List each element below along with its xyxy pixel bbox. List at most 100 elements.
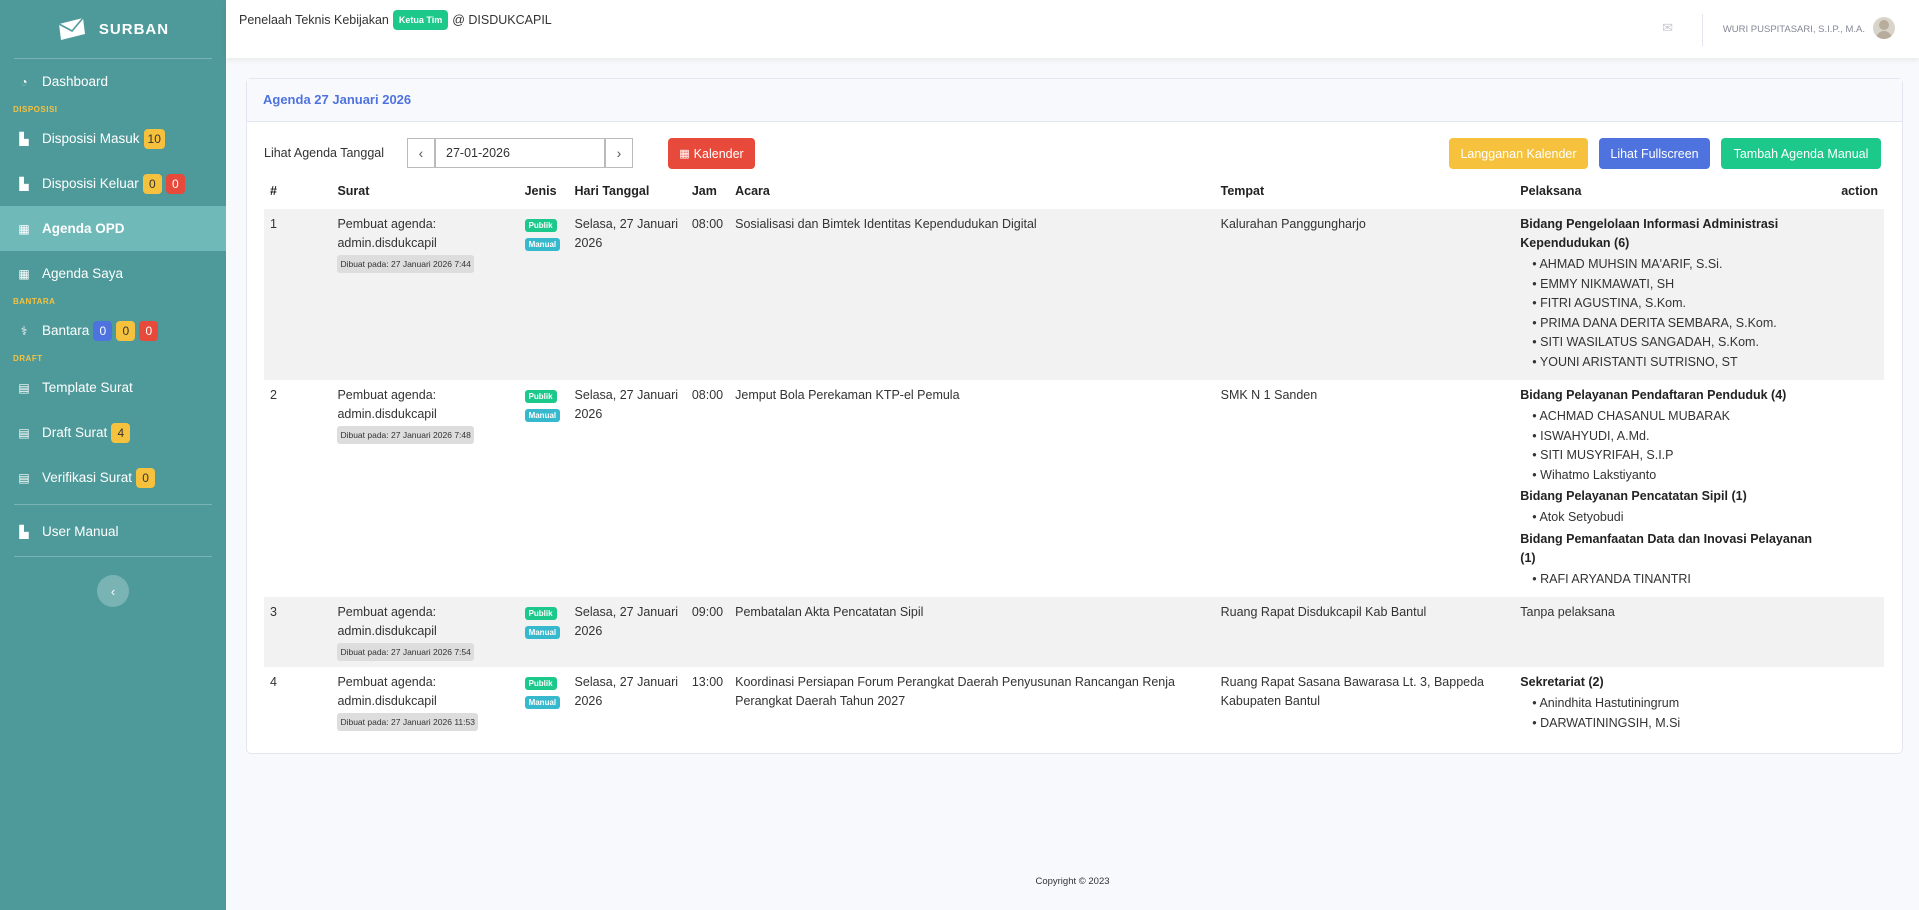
jam-cell: 08:00 (685, 209, 730, 380)
jam-cell: 09:00 (685, 597, 730, 667)
jenis-tag-manual: Manual (524, 626, 561, 639)
sidebar-item-label: Bantara (42, 323, 90, 338)
pelaksana-person: FITRI AGUSTINA, S.Kom. (1532, 294, 1829, 314)
dashboard-icon: ◔ (20, 74, 28, 89)
envelope-logo-icon (58, 17, 85, 40)
kalender-label: Kalender (693, 146, 744, 161)
card-title: Agenda 27 Januari 2026 (247, 79, 1902, 122)
row-number: 4 (270, 675, 277, 689)
sidebar-item-label: Template Surat (42, 380, 133, 395)
jenis-cell: Publik Manual (518, 209, 569, 380)
pelaksana-person: Anindhita Hastutiningrum (1532, 694, 1829, 714)
date-input[interactable] (435, 138, 605, 168)
pelaksana-group: Bidang Pemanfaatan Data dan Inovasi Pela… (1520, 531, 1813, 565)
surat-creator: Pembuat agenda: admin.disdukcapil (337, 605, 437, 638)
langganan-kalender-button[interactable]: Langganan Kalender (1449, 138, 1588, 169)
surat-cell: Pembuat agenda: admin.disdukcapil Dibuat … (331, 597, 519, 667)
row-number: 3 (264, 597, 332, 667)
pelaksana-cell: Bidang Pelayanan Pendaftaran Penduduk (4… (1514, 380, 1835, 597)
sidebar-heading: DRAFT (13, 354, 43, 363)
surat-creator: Pembuat agenda: admin.disdukcapil (337, 675, 437, 708)
pelaksana-person: RAFI ARYANDA TINANTRI (1532, 570, 1829, 590)
agenda-controls: Lihat Agenda Tanggal ‹ › ▦ Kalender Lang… (264, 138, 1885, 169)
sidebar-item-label: Verifikasi Surat (42, 470, 133, 485)
avatar[interactable] (1873, 17, 1895, 39)
surat-cell: Pembuat agenda: admin.disdukcapil Dibuat … (331, 209, 519, 380)
sidebar-item-label: Draft Surat (42, 425, 108, 440)
user-name[interactable]: WURI PUSPITASARI, S.I.P., M.A. (1723, 24, 1865, 35)
acara-cell: Sosialisasi dan Bimtek Identitas Kependu… (729, 209, 1215, 380)
chevron-left-icon: ‹ (110, 583, 116, 599)
sidebar-item-agenda-opd[interactable]: ▦ Agenda OPD (0, 206, 226, 251)
sidebar-item-dashboard[interactable]: ◔ Dashboard (0, 59, 226, 104)
jam-cell: 13:00 (691, 675, 724, 689)
tanggal-cell: Selasa, 27 Januari 2026 (574, 675, 679, 708)
sidebar-item-verifikasi-surat[interactable]: ▤ Verifikasi Surat 0 (0, 455, 226, 500)
calendar-icon: ▦ (18, 221, 30, 236)
role-title: Penelaah Teknis Kebijakan (239, 13, 389, 27)
pelaksana-list: AHMAD MUHSIN MA'ARIF, S.Si.EMMY NIKMAWAT… (1520, 255, 1829, 372)
pelaksana-group: Bidang Pengelolaan Informasi Administras… (1520, 217, 1779, 250)
sidebar-item-bantara[interactable]: ⚕ Bantara 0 0 0 (0, 308, 226, 353)
jenis-tag-publik: Publik (524, 677, 557, 690)
no-pelaksana: Tanpa pelaksana (1520, 605, 1615, 619)
sidebar-item-label: Agenda OPD (42, 221, 125, 236)
sidebar-item-agenda-saya[interactable]: ▦ Agenda Saya (0, 251, 226, 296)
user-role: Penelaah Teknis Kebijakan Ketua Tim @ DI… (239, 10, 552, 30)
header-tempat: Tempat (1220, 184, 1265, 198)
envelope-icon[interactable]: ✉ (1662, 20, 1673, 36)
count-badge: 10 (143, 128, 165, 149)
calendar-icon: ▦ (679, 148, 690, 160)
sidebar-heading: DISPOSISI (13, 105, 58, 114)
sidebar-item-disposisi-keluar[interactable]: ▙ Disposisi Keluar 0 0 (0, 161, 226, 206)
sidebar-item-draft-surat[interactable]: ▤ Draft Surat 4 (0, 410, 226, 455)
jenis-tag-manual: Manual (524, 409, 561, 422)
tambah-agenda-button[interactable]: Tambah Agenda Manual (1721, 138, 1881, 169)
sidebar-item-template-surat[interactable]: ▤ Template Surat (0, 365, 226, 410)
count-badge: 0 (139, 320, 159, 341)
pelaksana-group: Sekretariat (2) (1520, 675, 1604, 689)
header-jam: Jam (691, 184, 717, 198)
header-no: # (270, 184, 277, 198)
prev-date-button[interactable]: ‹ (407, 138, 435, 168)
kalender-button[interactable]: ▦ Kalender (668, 138, 755, 169)
topbar: Penelaah Teknis Kebijakan Ketua Tim @ DI… (226, 0, 1919, 58)
table-row: 4 Pembuat agenda: admin.disdukcapil Dibuat… (264, 667, 1884, 741)
pelaksana-list: ACHMAD CHASANUL MUBARAKISWAHYUDI, A.Md.S… (1520, 407, 1829, 485)
sidebar-toggle-button[interactable]: ‹ (97, 575, 129, 607)
surat-cell: Pembuat agenda: admin.disdukcapil Dibuat … (331, 667, 518, 741)
sidebar-menu: ◔ Dashboard DISPOSISI ▙ Disposisi Masuk 10 ▙ Di… (0, 59, 226, 554)
acara-cell: Pembatalan Akta Pencatatan Sipil (729, 597, 1215, 667)
action-cell (1835, 380, 1884, 597)
tanggal-cell: Selasa, 27 Januari 2026 (568, 209, 686, 380)
chart-icon: ▙ (19, 176, 29, 191)
sidebar-heading: BANTARA (13, 297, 56, 306)
jenis-tag-publik: Publik (524, 390, 557, 403)
pelaksana-person: PRIMA DANA DERITA SEMBARA, S.Kom. (1532, 314, 1829, 334)
count-badge: 4 (111, 422, 131, 443)
chevron-right-icon: › (616, 145, 622, 161)
pelaksana-person: SITI MUSYRIFAH, S.I.P (1532, 446, 1829, 466)
tempat-cell: Ruang Rapat Sasana Bawarasa Lt. 3, Bappe… (1220, 675, 1485, 708)
header-surat: Surat (337, 184, 370, 198)
role-badge: Ketua Tim (392, 10, 449, 30)
agenda-table: # Surat Jenis Hari Tanggal Jam Acara Tem… (264, 184, 1884, 741)
created-at-badge: Dibuat pada: 27 Januari 2026 7:48 (337, 426, 474, 444)
sidebar: SURBAN ◔ Dashboard DISPOSISI ▙ Disposisi Mas… (0, 0, 226, 910)
sidebar-item-disposisi-masuk[interactable]: ▙ Disposisi Masuk 10 (0, 116, 226, 161)
table-header: # Surat Jenis Hari Tanggal Jam Acara Tem… (264, 184, 1884, 209)
pelaksana-cell: Tanpa pelaksana (1514, 597, 1836, 667)
count-badge: 0 (165, 173, 185, 194)
acara-cell: Jemput Bola Perekaman KTP-el Pemula (735, 388, 960, 402)
brand-name: SURBAN (98, 20, 170, 38)
sidebar-item-user-manual[interactable]: ▙ User Manual (0, 509, 226, 554)
pelaksana-list: Atok Setyobudi (1520, 508, 1829, 528)
next-date-button[interactable]: › (605, 138, 633, 168)
surat-creator: Pembuat agenda: admin.disdukcapil (337, 217, 437, 250)
lihat-fullscreen-button[interactable]: Lihat Fullscreen (1599, 138, 1710, 169)
chevron-left-icon: ‹ (418, 145, 424, 161)
brand[interactable]: SURBAN (0, 0, 226, 58)
jenis-cell: Publik Manual (519, 380, 569, 597)
tanggal-cell: Selasa, 27 Januari 2026 (568, 597, 686, 667)
surat-creator: Pembuat agenda: admin.disdukcapil (337, 388, 437, 421)
